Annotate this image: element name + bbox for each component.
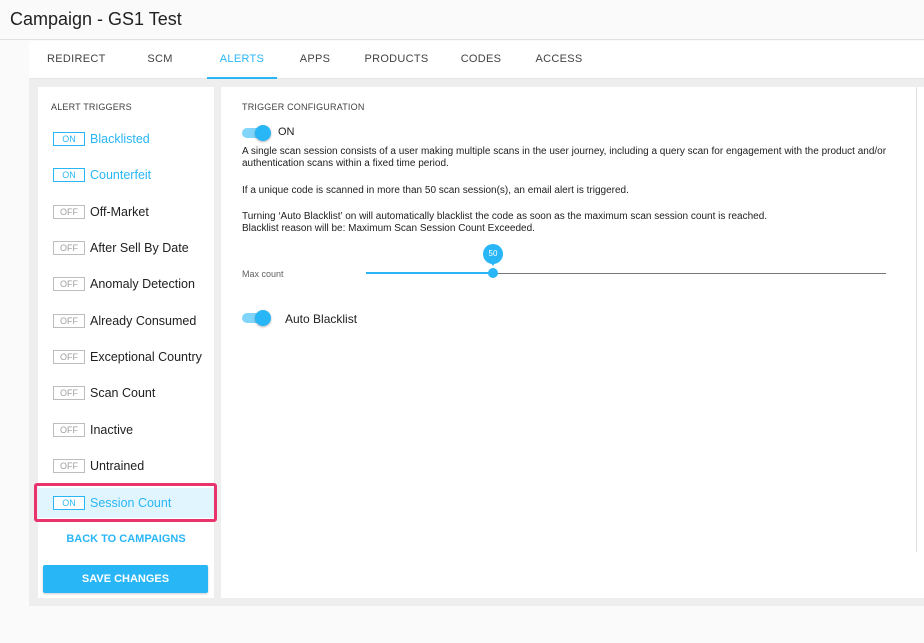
toggle-knob	[255, 125, 271, 141]
trigger-state-badge: OFF	[53, 350, 85, 364]
trigger-anomaly-detection[interactable]: OFF Anomaly Detection	[38, 269, 214, 299]
trigger-label: Exceptional Country	[90, 350, 202, 364]
trigger-exceptional-country[interactable]: OFF Exceptional Country	[38, 342, 214, 372]
tab-alerts[interactable]: ALERTS	[207, 41, 277, 79]
slider-thumb[interactable]	[488, 268, 498, 278]
session-description: A single scan session consists of a user…	[242, 146, 887, 169]
panel-divider	[916, 87, 917, 552]
trigger-label: Session Count	[90, 496, 172, 510]
auto-blacklist-toggle[interactable]	[242, 310, 272, 326]
trigger-state-badge: ON	[53, 496, 85, 510]
trigger-state-badge: OFF	[53, 423, 85, 437]
trigger-label: Counterfeit	[90, 168, 152, 182]
trigger-enabled-label: ON	[278, 126, 295, 138]
trigger-state-badge: OFF	[53, 205, 85, 219]
trigger-untrained[interactable]: OFF Untrained	[38, 451, 214, 481]
trigger-label: Anomaly Detection	[90, 277, 195, 291]
trigger-state-badge: OFF	[53, 386, 85, 400]
trigger-state-badge: ON	[53, 168, 85, 182]
auto-blacklist-description: Turning ‘Auto Blacklist’ on will automat…	[242, 211, 768, 222]
trigger-label: Already Consumed	[90, 314, 197, 328]
trigger-configuration-header: TRIGGER CONFIGURATION	[242, 102, 365, 112]
main-content: ALERT TRIGGERS ON Blacklisted ON Counter…	[29, 79, 924, 606]
trigger-enabled-toggle[interactable]	[242, 125, 272, 141]
alert-triggers-panel: ALERT TRIGGERS ON Blacklisted ON Counter…	[38, 87, 214, 598]
trigger-label: Off-Market	[90, 205, 149, 219]
slider-value-bubble: 50	[483, 244, 503, 266]
trigger-already-consumed[interactable]: OFF Already Consumed	[38, 306, 214, 336]
auto-blacklist-label: Auto Blacklist	[285, 312, 358, 326]
tab-access[interactable]: ACCESS	[534, 41, 584, 79]
alert-triggers-header: ALERT TRIGGERS	[51, 102, 132, 112]
tab-redirect[interactable]: REDIRECT	[47, 41, 105, 79]
max-count-label: Max count	[242, 269, 284, 279]
trigger-label: Scan Count	[90, 386, 156, 400]
app-header: Campaign - GS1 Test	[0, 0, 924, 40]
tab-products[interactable]: PRODUCTS	[364, 41, 429, 79]
max-count-slider[interactable]	[366, 264, 886, 284]
trigger-label: Inactive	[90, 423, 134, 437]
trigger-state-badge: OFF	[53, 459, 85, 473]
trigger-counterfeit[interactable]: ON Counterfeit	[38, 160, 214, 190]
blacklist-reason-description: Blacklist reason will be: Maximum Scan S…	[242, 223, 535, 234]
alert-rule-description: If a unique code is scanned in more than…	[242, 185, 629, 196]
save-changes-button[interactable]: SAVE CHANGES	[43, 565, 208, 593]
trigger-scan-count[interactable]: OFF Scan Count	[38, 378, 214, 408]
tab-apps[interactable]: APPS	[297, 41, 333, 79]
tab-bar: REDIRECT SCM T&T ALERTS APPS PRODUCTS CO…	[29, 41, 924, 101]
tab-scm-tt[interactable]: SCM T&T	[135, 41, 185, 101]
trigger-session-count[interactable]: ON Session Count	[38, 488, 214, 518]
trigger-state-badge: OFF	[53, 241, 85, 255]
page-title: Campaign - GS1 Test	[10, 9, 182, 29]
trigger-label: After Sell By Date	[90, 241, 189, 255]
back-to-campaigns-link[interactable]: BACK TO CAMPAIGNS	[38, 533, 214, 545]
slider-fill	[366, 272, 493, 274]
trigger-label: Untrained	[90, 459, 145, 473]
trigger-after-sell-by-date[interactable]: OFF After Sell By Date	[38, 233, 214, 263]
toggle-knob	[255, 310, 271, 326]
trigger-state-badge: OFF	[53, 314, 85, 328]
trigger-state-badge: OFF	[53, 277, 85, 291]
tab-codes[interactable]: CODES	[459, 41, 503, 79]
trigger-configuration-panel: TRIGGER CONFIGURATION ON A single scan s…	[221, 87, 924, 598]
trigger-blacklisted[interactable]: ON Blacklisted	[38, 124, 214, 154]
trigger-inactive[interactable]: OFF Inactive	[38, 415, 214, 445]
trigger-off-market[interactable]: OFF Off-Market	[38, 197, 214, 227]
trigger-label: Blacklisted	[90, 132, 150, 146]
trigger-state-badge: ON	[53, 132, 85, 146]
